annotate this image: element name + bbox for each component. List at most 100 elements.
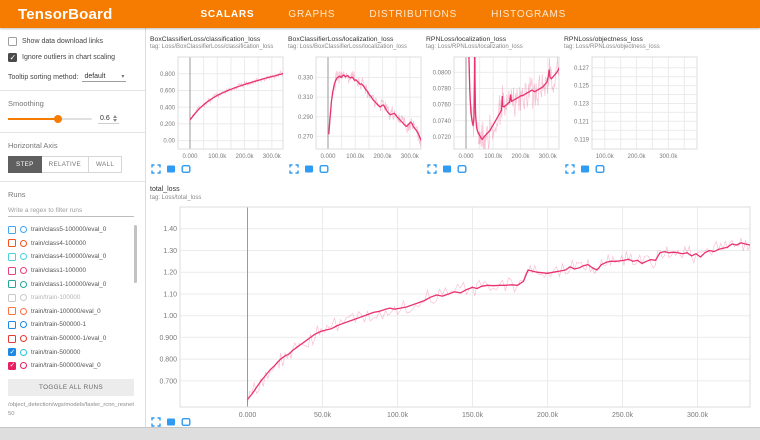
run-checkbox[interactable]: ✓	[8, 253, 16, 261]
runs-scrollbar[interactable]	[134, 225, 137, 283]
svg-text:0.000: 0.000	[182, 154, 198, 160]
chart-tag: tag: Loss/BoxClassifierLoss/localization…	[288, 44, 425, 52]
show-download-links-checkbox[interactable]: ✓	[8, 37, 17, 46]
fullscreen-icon[interactable]	[427, 164, 437, 174]
run-checkbox[interactable]: ✓	[8, 348, 16, 356]
run-row[interactable]: ✓ train/train-500000-1/eval_0	[8, 332, 137, 346]
run-row[interactable]: ✓ train/class1-100000	[8, 264, 137, 278]
chart-actions	[151, 164, 287, 174]
svg-text:0.270: 0.270	[298, 134, 314, 140]
run-color-swatch-icon	[20, 321, 27, 328]
fit-domain-icon[interactable]	[181, 417, 191, 427]
run-row[interactable]: ✓ train/train-100000/eval_0	[8, 305, 137, 319]
fixed-size-icon[interactable]	[580, 164, 590, 174]
chart-card-rpn-objectness-loss: RPNLoss/objectness_loss tag: Loss/RPNLos…	[564, 36, 701, 174]
svg-text:100.0k: 100.0k	[208, 154, 227, 160]
chart-card-total-loss: total_loss tag: Loss/total_loss 1.401.30…	[150, 186, 758, 423]
fixed-size-icon[interactable]	[166, 417, 176, 427]
runs-filter-input[interactable]	[8, 205, 134, 217]
show-download-links-row[interactable]: ✓ Show data download links	[8, 37, 137, 46]
run-checkbox[interactable]: ✓	[8, 335, 16, 343]
svg-text:200.0k: 200.0k	[374, 154, 393, 160]
tab-histograms[interactable]: HISTOGRAMS	[491, 9, 566, 20]
tab-distributions[interactable]: DISTRIBUTIONS	[369, 9, 457, 20]
tooltip-sorting-select[interactable]: default ▾	[82, 72, 126, 82]
svg-text:0.127: 0.127	[574, 66, 590, 72]
smoothing-label: Smoothing	[8, 99, 137, 108]
chart-canvas[interactable]: 1.401.301.201.101.000.9000.8000.7000.000…	[150, 203, 756, 423]
run-row[interactable]: ✓ train/class4-100000	[8, 237, 137, 251]
chart-canvas[interactable]: 0.1270.1250.1230.1210.119100.0k200.0k300…	[564, 53, 701, 163]
run-row[interactable]: ✓ train/class5-100000/eval_0	[8, 223, 137, 237]
axis-step-button[interactable]: STEP	[8, 156, 42, 173]
chart-canvas[interactable]: 0.3300.3100.2900.2700.000100.0k200.0k300…	[288, 53, 425, 163]
svg-text:100.0k: 100.0k	[387, 412, 409, 419]
stepper-arrows-icon[interactable]	[113, 115, 117, 122]
smoothing-value-input[interactable]: 0.6	[98, 114, 119, 124]
ignore-outliers-row[interactable]: ✓ Ignore outliers in chart scaling	[8, 53, 137, 62]
run-checkbox[interactable]: ✓	[8, 267, 16, 275]
settings-sidebar: ✓ Show data download links ✓ Ignore outl…	[0, 28, 146, 427]
divider	[0, 181, 145, 182]
run-checkbox[interactable]: ✓	[8, 362, 16, 370]
smoothing-slider[interactable]	[8, 118, 92, 120]
fit-domain-icon[interactable]	[319, 164, 329, 174]
run-color-swatch-icon	[20, 226, 27, 233]
run-color-swatch-icon	[20, 362, 27, 369]
fixed-size-icon[interactable]	[304, 164, 314, 174]
horizontal-axis-label: Horizontal Axis	[8, 141, 137, 150]
run-name: train/train-500000-1	[31, 321, 86, 328]
app-header: TensorBoard SCALARS GRAPHS DISTRIBUTIONS…	[0, 0, 760, 28]
svg-text:300.0k: 300.0k	[401, 154, 420, 160]
run-row[interactable]: ✓ train/class1-100000/eval_0	[8, 277, 137, 291]
toggle-all-runs-button[interactable]: TOGGLE ALL RUNS	[8, 379, 134, 396]
svg-text:50.0k: 50.0k	[314, 412, 332, 419]
svg-text:0.0780: 0.0780	[433, 87, 452, 93]
axis-wall-button[interactable]: WALL	[89, 156, 122, 173]
run-row[interactable]: ✓ train/train-100000	[8, 291, 137, 305]
svg-text:0.125: 0.125	[574, 84, 590, 90]
svg-text:0.800: 0.800	[159, 357, 177, 364]
run-checkbox[interactable]: ✓	[8, 294, 16, 302]
run-name: train/class4-100000/eval_0	[31, 253, 106, 260]
axis-relative-button[interactable]: RELATIVE	[42, 156, 89, 173]
run-checkbox[interactable]: ✓	[8, 321, 16, 329]
logdir-path: /object_detection/wgs/models/faster_rcnn…	[8, 401, 136, 418]
svg-text:300.0k: 300.0k	[659, 154, 678, 160]
tab-scalars[interactable]: SCALARS	[200, 9, 254, 20]
fit-domain-icon[interactable]	[457, 164, 467, 174]
run-name: train/class1-100000/eval_0	[31, 281, 106, 288]
fit-domain-icon[interactable]	[181, 164, 191, 174]
run-checkbox[interactable]: ✓	[8, 307, 16, 315]
run-row[interactable]: ✓ train/class4-100000/eval_0	[8, 250, 137, 264]
svg-text:0.0800: 0.0800	[433, 70, 452, 76]
svg-text:0.200: 0.200	[160, 122, 176, 128]
fixed-size-icon[interactable]	[442, 164, 452, 174]
fullscreen-icon[interactable]	[289, 164, 299, 174]
svg-text:0.000: 0.000	[458, 154, 474, 160]
run-row[interactable]: ✓ train/train-500000-1	[8, 318, 137, 332]
run-checkbox[interactable]: ✓	[8, 280, 16, 288]
fit-domain-icon[interactable]	[595, 164, 605, 174]
fixed-size-icon[interactable]	[166, 164, 176, 174]
fullscreen-icon[interactable]	[151, 417, 161, 427]
svg-text:0.310: 0.310	[298, 95, 314, 101]
svg-text:200.0k: 200.0k	[628, 154, 647, 160]
run-name: train/train-500000	[31, 349, 80, 356]
fullscreen-icon[interactable]	[151, 164, 161, 174]
run-row[interactable]: ✓ train/train-500000/eval_0	[8, 359, 137, 373]
run-row[interactable]: ✓ train/train-500000	[8, 345, 137, 359]
chart-title: RPNLoss/localization_loss	[426, 36, 563, 44]
chart-canvas[interactable]: 0.8000.6000.4000.2000.000.000100.0k200.0…	[150, 53, 287, 163]
chart-actions	[565, 164, 701, 174]
fullscreen-icon[interactable]	[565, 164, 575, 174]
run-checkbox[interactable]: ✓	[8, 226, 16, 234]
chart-canvas[interactable]: 0.08000.07800.07600.07400.07200.000100.0…	[426, 53, 563, 163]
small-charts-row: BoxClassifierLoss/classification_loss ta…	[150, 36, 701, 174]
chart-card-classification-loss: BoxClassifierLoss/classification_loss ta…	[150, 36, 287, 174]
ignore-outliers-checkbox[interactable]: ✓	[8, 53, 17, 62]
svg-text:0.0760: 0.0760	[433, 103, 452, 109]
tab-graphs[interactable]: GRAPHS	[288, 9, 335, 20]
slider-thumb[interactable]	[54, 115, 62, 123]
run-checkbox[interactable]: ✓	[8, 239, 16, 247]
